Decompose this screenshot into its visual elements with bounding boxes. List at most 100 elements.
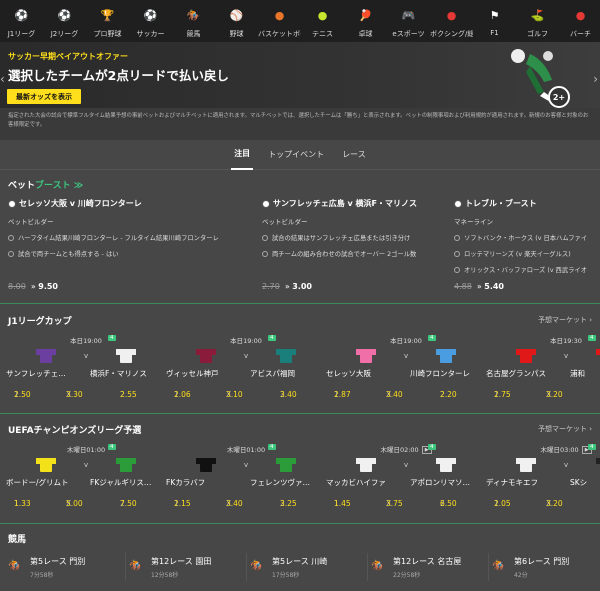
tab-item[interactable]: トップイベント [265,140,327,170]
promo-banner[interactable]: ‹ サッカー早期ペイアウトオファー 選択したチームが2点リードで払い戻し 最新オ… [0,42,600,108]
sport-item[interactable]: ● ボクシング/総合… [430,0,473,42]
boost-card[interactable]: トレブル・ブースト マネーライン ソフトバンク・ホークス (v 日本ハムファイ ロッテ… [454,198,600,296]
view-odds-button[interactable]: 最新オッズを表示 [7,89,81,104]
two-plus-badge: 2+ [548,86,570,108]
sport-item[interactable]: 🏇 競馬 [172,0,215,42]
sport-item[interactable]: ⚽ J2リーグ [43,0,86,42]
away-team-name[interactable]: FKジャルギリス… [90,477,164,488]
home-team-name[interactable]: ボードー/グリムト [6,477,80,488]
home-team-name[interactable]: サンフレッチェ… [6,368,80,379]
match-card[interactable]: 木曜日01:00 4 v FKカラバフ フェレンツヴァ… 1 2.15 X 3.40 2 3.25 [166,444,326,524]
sport-item[interactable]: ⚑ F1 [473,0,516,42]
horse-racing-icon: 🏇 [250,559,264,572]
boost-card-title: セレッソ大阪 v 川崎フロンターレ [8,198,198,209]
home-team-name[interactable]: FKカラバフ [166,477,240,488]
sport-item[interactable]: ● バーチ [559,0,600,42]
home-team-name[interactable]: ヴィッセル神戸 [166,368,240,379]
match-card[interactable]: 本日19:00 4 v セレッソ大阪 川崎フロンターレ 1 2.87 X 3.40 2 2.20 [326,335,486,415]
away-shirt-icon [276,349,296,363]
horse-racing-icon: 🏇 [8,559,22,572]
boost-leg: 両チームの組み合わせの試合でオーバー 2ゴール数 [262,249,452,258]
bet-builder-badge: 4 [108,444,116,450]
boost-odds[interactable]: 4.88» 5.40 [454,282,504,291]
odds-value: 3.30 [66,390,83,399]
sport-label: F1 [490,29,499,37]
away-team-name[interactable]: SKシ [570,477,600,488]
sport-label: サッカー [136,30,165,38]
boost-card-title: サンフレッチェ広島 v 横浜F・マリノス [262,198,452,209]
match-card[interactable]: 木曜日02:00 ▶ 4 v マッカビハイファ アポロンリマソ… 1 1.45 X 3.75 2 6.… [326,444,486,524]
away-team-name[interactable]: アポロンリマソ… [410,477,484,488]
race-item[interactable]: 🏇 第5レース 川崎 17分58秒 [250,553,368,585]
away-team-name[interactable]: フェレンツヴァ… [250,477,324,488]
match-card[interactable]: 本日19:304v名古屋グランパス浦和12.75X3.202 [486,335,600,415]
bet-builder-badge: 4 [108,335,116,341]
leg-circle-icon [262,250,268,257]
boost-leg: ロッテマリーンズ (v 楽天イーグルス) [454,249,600,258]
sport-item[interactable]: ● テニス [301,0,344,42]
match-card[interactable]: 木曜日01:00 4 v ボードー/グリムト FKジャルギリス… 1 1.33 X 5.00 2 7… [6,444,166,524]
boost-leg: 試合の結果はサンフレッチェ広島または引き分け [262,233,452,242]
ucl-heading[interactable]: UEFAチャンピオンズリーグ予選 [8,423,141,436]
away-team-name[interactable]: アビスパ福岡 [250,368,324,379]
sport-item[interactable]: ⚽ サッカー [129,0,172,42]
home-team-name[interactable]: セレッソ大阪 [326,368,400,379]
sport-item[interactable]: ⛳ ゴルフ [516,0,559,42]
tab-item[interactable]: 注目 [231,140,254,170]
horse-racing-heading[interactable]: 競馬 [8,532,26,545]
boost-odds[interactable]: 2.70» 3.00 [262,282,312,291]
away-team-name[interactable]: 横浜F・マリノス [90,368,164,379]
ucl-more-markets-link[interactable]: 予想マーケット › [538,424,592,434]
match-time: 木曜日01:00 [6,444,166,454]
section-divider [0,413,600,414]
match-time: 木曜日03:00 ▶ [486,444,600,454]
tab-item[interactable]: レース [339,140,369,170]
boost-card[interactable]: サンフレッチェ広島 v 横浜F・マリノス ベットビルダー 試合の結果はサンフレッチェ… [262,198,452,296]
home-team-name[interactable]: マッカビハイファ [326,477,400,488]
tennis-ball-icon: ● [317,8,328,22]
banner-next-icon[interactable]: › [593,72,598,86]
boost-title-text: トレブル・ブースト [465,199,537,208]
away-shirt-icon [116,349,136,363]
away-team-name[interactable]: 川崎フロンターレ [410,368,484,379]
leg-text: ハーフタイム結果川崎フロンターレ - フルタイム結果川崎フロンターレ [18,235,219,242]
leg-circle-icon [454,266,460,273]
boost-card[interactable]: セレッソ大阪 v 川崎フロンターレ ベットビルダー ハーフタイム結果川崎フロンターレ… [8,198,219,296]
boost-leg: ハーフタイム結果川崎フロンターレ - フルタイム結果川崎フロンターレ [8,233,219,242]
sport-item[interactable]: ● バスケットボール [258,0,301,42]
home-team-name[interactable]: ディナモキエフ [486,477,560,488]
home-shirt-icon [196,349,216,363]
match-card[interactable]: 木曜日03:00▶4vディナモキエフSKシ12.05X3.202 [486,444,600,524]
banner-prev-icon[interactable]: ‹ [0,72,5,86]
home-shirt-icon [356,349,376,363]
race-item[interactable]: 🏇 第6レース 門別 42分 [492,553,600,585]
bet-boost-heading[interactable]: ベットブースト ≫ [8,178,83,191]
sport-item[interactable]: ⚾ 野球 [215,0,258,42]
j1-cup-heading[interactable]: J1リーグカップ [8,314,72,327]
match-card[interactable]: 本日19:00 4 v ヴィッセル神戸 アビスパ福岡 1 2.06 X 3.10 2 3.40 [166,335,326,415]
sport-item[interactable]: 🏓 卓球 [344,0,387,42]
match-card[interactable]: 本日19:00 4 v サンフレッチェ… 横浜F・マリノス 1 2.50 X 3.30 2 2.55 [6,335,166,415]
sport-item[interactable]: 🏆 プロ野球 [86,0,129,42]
race-item[interactable]: 🏇 第12レース 園田 12分58秒 [129,553,247,585]
home-team-name[interactable]: 名古屋グランパス [486,368,560,379]
leg-text: 試合で両チームとも得点する - はい [18,251,119,258]
match-time-text: 木曜日02:00 [380,446,419,454]
section-divider [0,523,600,524]
odds-value: 3.20 [546,499,563,508]
race-item[interactable]: 🏇 第12レース 名古屋 22分58秒 [371,553,489,585]
away-team-name[interactable]: 浦和 [570,368,600,379]
j1-more-markets-link[interactable]: 予想マーケット › [538,315,592,325]
race-separator [246,553,247,581]
soccer-ball-icon [454,199,462,208]
match-time-text: 木曜日01:00 [66,446,106,454]
race-info: 第12レース 園田 12分58秒 [151,553,211,585]
match-time-text: 本日19:00 [70,337,102,345]
sport-item[interactable]: ⚽ J1リーグ [0,0,43,42]
race-item[interactable]: 🏇 第5レース 門別 7分58秒 [8,553,126,585]
race-separator [367,553,368,581]
sport-item[interactable]: 🎮 eスポーツ [387,0,430,42]
sport-label: ボクシング/総合… [430,30,473,38]
sport-label: バーチ [570,30,591,38]
boost-odds[interactable]: 8.00» 9.50 [8,282,58,291]
